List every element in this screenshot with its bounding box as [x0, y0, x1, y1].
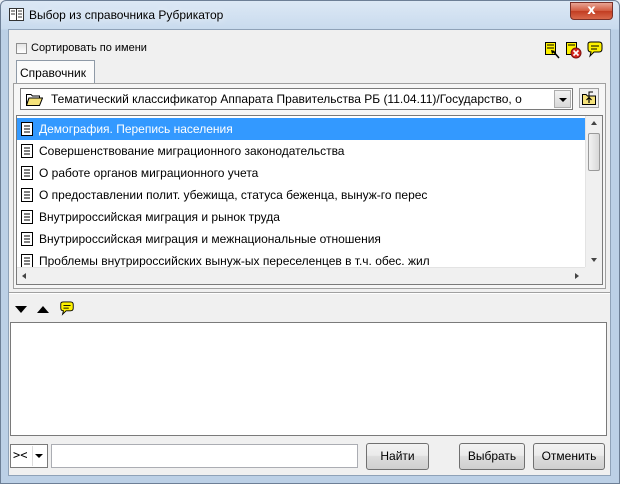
list-item[interactable]: О работе органов миграционного учета	[17, 162, 585, 184]
list-item[interactable]: Внутрироссийская миграция и рынок труда	[17, 206, 585, 228]
move-down-icon[interactable]	[15, 305, 27, 313]
close-icon: x	[587, 3, 596, 18]
list-item-label: Проблемы внутрироссийских вынуж-ых перес…	[39, 254, 430, 268]
scroll-left-icon[interactable]	[22, 273, 26, 279]
list-item[interactable]: Демография. Перепись населения	[17, 118, 585, 140]
catalog-book-icon	[9, 8, 24, 21]
list-item[interactable]: О предоставлении полит. убежища, статуса…	[17, 184, 585, 206]
open-folder-icon	[26, 94, 43, 106]
bottom-bar: >< Найти Выбрать Отменить	[9, 443, 610, 475]
search-input[interactable]	[51, 444, 358, 468]
document-icon	[21, 122, 33, 136]
sort-by-name-checkbox[interactable]	[16, 42, 27, 54]
list-item-label: О предоставлении полит. убежища, статуса…	[39, 188, 428, 202]
scroll-thumb[interactable]	[588, 133, 600, 171]
catalog-select-value: Тематический классификатор Аппарата Прав…	[51, 92, 522, 106]
dialog-window: Выбор из справочника Рубрикатор x Сортир…	[0, 0, 620, 484]
search-mode-value: ><	[13, 448, 28, 462]
rubric-rows: Демография. Перепись населения Совершенс…	[17, 118, 585, 272]
title-bar[interactable]: Выбор из справочника Рубрикатор x	[1, 1, 619, 29]
catalog-select[interactable]: Тематический классификатор Аппарата Прав…	[20, 88, 573, 110]
chevron-down-icon	[35, 454, 43, 458]
chevron-down-icon	[559, 98, 567, 102]
document-icon	[21, 166, 33, 180]
comment-icon[interactable]	[586, 41, 604, 59]
folder-up-button[interactable]	[579, 88, 599, 108]
splitter[interactable]	[9, 292, 610, 294]
document-icon	[21, 188, 33, 202]
scroll-up-icon[interactable]	[591, 121, 597, 125]
rubric-note-area[interactable]	[10, 322, 607, 436]
catalog-tab-panel: Тематический классификатор Аппарата Прав…	[13, 83, 606, 289]
vertical-scrollbar[interactable]	[585, 116, 602, 267]
search-mode-dropdown[interactable]	[32, 446, 46, 466]
rubric-list[interactable]: Демография. Перепись населения Совершенс…	[16, 115, 603, 285]
window-title: Выбор из справочника Рубрикатор	[29, 8, 224, 22]
scroll-right-icon[interactable]	[575, 273, 579, 279]
dialog-client-area: Сортировать по имени Справочник Тематиче…	[8, 29, 611, 476]
document-icon	[21, 254, 33, 268]
tab-catalog-label: Справочник	[20, 66, 86, 80]
move-up-icon[interactable]	[37, 305, 49, 313]
list-item[interactable]: Внутрироссийская миграция и межнациональ…	[17, 228, 585, 250]
note-toolbar	[542, 41, 604, 59]
close-button[interactable]: x	[570, 2, 613, 20]
sort-by-name-label: Сортировать по имени	[31, 42, 147, 54]
memo-toolbar	[15, 301, 75, 317]
list-item[interactable]: Совершенствование миграционного законода…	[17, 140, 585, 162]
list-item-label: О работе органов миграционного учета	[39, 166, 259, 180]
list-item-label: Внутрироссийская миграция и межнациональ…	[39, 232, 381, 246]
select-note-icon[interactable]	[542, 41, 560, 59]
tab-catalog[interactable]: Справочник	[16, 60, 95, 84]
delete-note-icon[interactable]	[564, 41, 582, 59]
sort-by-name-option[interactable]: Сортировать по имени	[16, 42, 147, 54]
comment-icon[interactable]	[59, 301, 75, 317]
document-icon	[21, 232, 33, 246]
horizontal-scrollbar[interactable]	[17, 267, 585, 284]
document-icon	[21, 210, 33, 224]
select-button[interactable]: Выбрать	[459, 443, 525, 470]
list-item-label: Демография. Перепись населения	[39, 122, 233, 136]
list-item-label: Совершенствование миграционного законода…	[39, 144, 345, 158]
scroll-down-icon[interactable]	[591, 258, 597, 262]
document-icon	[21, 144, 33, 158]
list-item-label: Внутрироссийская миграция и рынок труда	[39, 210, 280, 224]
cancel-button[interactable]: Отменить	[533, 443, 605, 470]
scrollbar-corner	[585, 267, 602, 284]
folder-up-icon	[582, 91, 596, 105]
catalog-dropdown-button[interactable]	[554, 90, 571, 108]
search-mode-select[interactable]: ><	[10, 444, 48, 468]
find-button[interactable]: Найти	[366, 443, 429, 470]
